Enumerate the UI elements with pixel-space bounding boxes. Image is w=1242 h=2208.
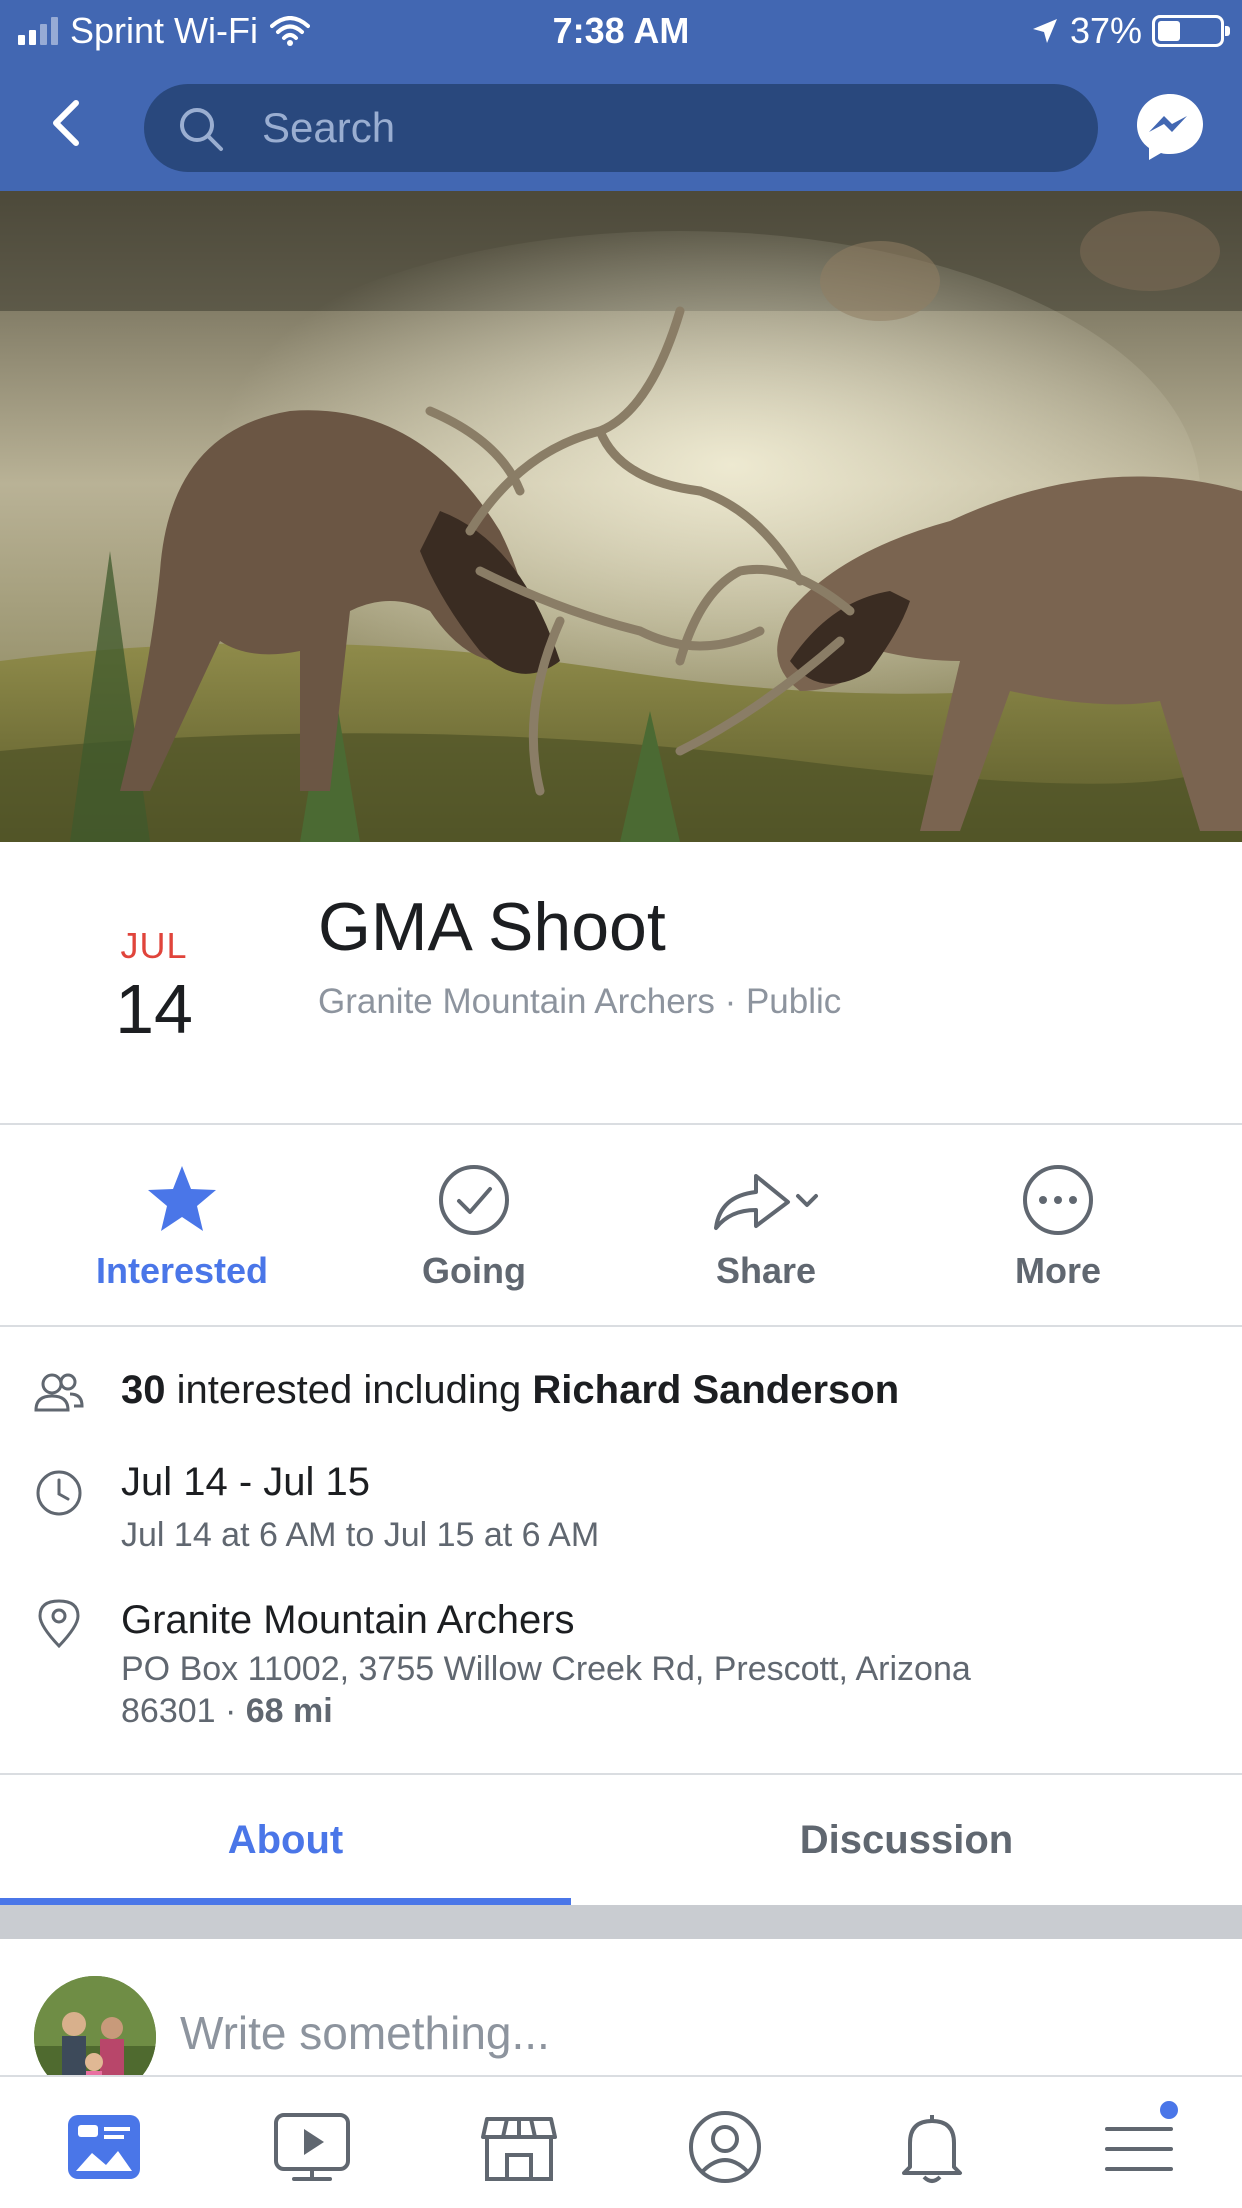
location-address: PO Box 11002, 3755 Willow Creek Rd, Pres… (121, 1650, 971, 1688)
event-title: GMA Shoot (318, 889, 666, 965)
elk-cover-image (0, 191, 1242, 842)
interested-summary[interactable]: 30 interested including Richard Sanderso… (121, 1368, 899, 1413)
share-label: Share (715, 1250, 817, 1291)
menu-notification-badge (1157, 2098, 1181, 2122)
more-dots-icon (1023, 1165, 1093, 1235)
divider (0, 1123, 1242, 1125)
tab-about[interactable]: About (0, 1776, 571, 1904)
back-arrow-icon[interactable] (40, 95, 96, 151)
battery-percent: 37% (1069, 10, 1142, 51)
interested-button[interactable]: Interested (36, 1160, 328, 1300)
event-day: 14 (115, 970, 193, 1048)
battery-icon (1152, 15, 1230, 47)
location-zip-distance: 86301 · 68 mi (121, 1692, 333, 1731)
star-icon (148, 1166, 216, 1231)
people-icon (34, 1373, 84, 1412)
status-bar: Sprint Wi-Fi 7:38 AM 37% (0, 0, 1242, 62)
search-bar[interactable] (144, 84, 1098, 172)
interested-text: interested including (165, 1368, 533, 1412)
event-time-detail: Jul 14 at 6 AM to Jul 15 at 6 AM (121, 1516, 600, 1554)
share-arrow-icon (714, 1174, 818, 1230)
going-label: Going (422, 1250, 526, 1291)
clock-icon (36, 1470, 82, 1516)
divider (0, 1325, 1242, 1327)
composer-input[interactable]: Write something... (180, 2006, 550, 2060)
interested-count: 30 (121, 1368, 166, 1412)
check-circle-icon (439, 1165, 509, 1235)
search-icon (180, 108, 223, 151)
profile-icon[interactable] (683, 2105, 767, 2189)
share-button[interactable]: Share (620, 1160, 912, 1300)
location-pin-icon (38, 1599, 80, 1649)
top-bar: Sprint Wi-Fi 7:38 AM 37% (0, 0, 1242, 191)
going-button[interactable]: Going (328, 1160, 620, 1300)
event-subtitle[interactable]: Granite Mountain Archers · Public (318, 982, 841, 1022)
tab-discussion[interactable]: Discussion (571, 1776, 1242, 1904)
notifications-icon[interactable] (890, 2105, 974, 2189)
status-right: 37% (1030, 10, 1230, 52)
location-arrow-icon (1032, 19, 1057, 43)
divider (0, 1773, 1242, 1775)
event-date-range[interactable]: Jul 14 - Jul 15 (121, 1460, 370, 1505)
location-name[interactable]: Granite Mountain Archers (121, 1598, 575, 1643)
section-separator (0, 1905, 1242, 1939)
interested-friend-name[interactable]: Richard Sanderson (532, 1368, 899, 1412)
interested-label: Interested (95, 1250, 269, 1291)
active-tab-indicator (0, 1898, 571, 1905)
more-button[interactable]: More (912, 1160, 1204, 1300)
marketplace-icon[interactable] (477, 2105, 561, 2189)
event-month: JUL (120, 925, 188, 966)
search-input[interactable] (262, 98, 1042, 158)
watch-icon[interactable] (270, 2105, 354, 2189)
event-cover-photo[interactable] (0, 191, 1242, 842)
location-distance: 68 mi (245, 1692, 333, 1730)
location-zip: 86301 · (121, 1692, 246, 1730)
news-feed-icon[interactable] (62, 2105, 146, 2189)
bottom-tab-bar (0, 2075, 1242, 2208)
messenger-icon[interactable] (1133, 90, 1207, 164)
event-date-badge: JUL 14 (60, 925, 248, 1049)
more-label: More (1014, 1250, 1101, 1291)
